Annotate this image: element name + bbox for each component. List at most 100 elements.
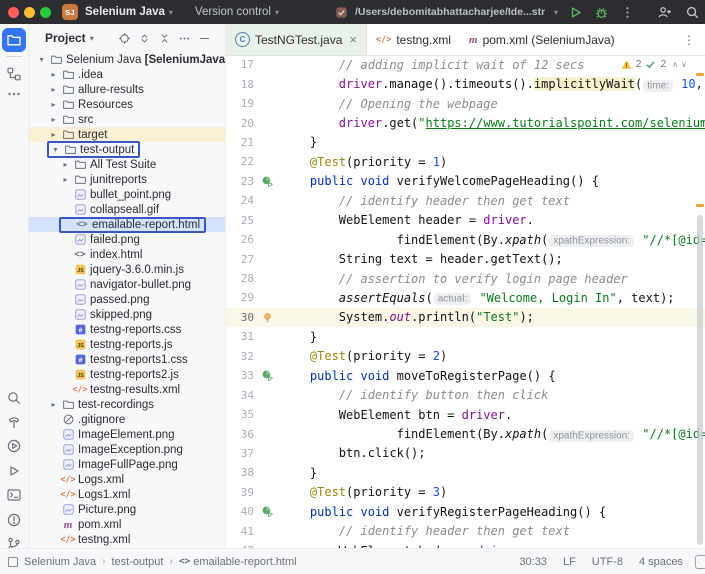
hide-icon[interactable] [198,32,211,45]
tab-testng-xml[interactable]: </>testng.xml [367,24,460,55]
line-number[interactable]: 35 [226,408,254,421]
collapse-all-icon[interactable] [158,32,171,45]
line-number[interactable]: 18 [226,78,254,91]
line-number[interactable]: 21 [226,136,254,149]
chevron-spacer[interactable] [47,460,60,469]
chevron-spacer[interactable] [59,295,72,304]
more-actions-button[interactable] [619,4,636,21]
line-number[interactable]: 29 [226,291,254,304]
code-line-18[interactable]: 18 driver.manage().timeouts().implicitly… [226,74,705,93]
code-line-21[interactable]: 21 } [226,133,705,152]
tree-item-pom-xml[interactable]: mpom.xml [29,517,225,532]
line-number[interactable]: 34 [226,389,254,402]
line-number[interactable]: 28 [226,272,254,285]
tree-item-all-test-suite[interactable]: ▸All Test Suite [29,157,225,172]
code-line-41[interactable]: 41 // identify header then get text [226,522,705,541]
code-line-27[interactable]: 27 String text = header.getText(); [226,249,705,268]
tab-pom-xml-seleniumjava[interactable]: mpom.xml (SeleniumJava) [460,24,624,55]
tree-item-testng-reports-js[interactable]: JStestng-reports.js [29,337,225,352]
tree-item-collapseall-gif[interactable]: collapseall.gif [29,202,225,217]
close-window-button[interactable] [8,7,19,18]
chevron-closed-icon[interactable]: ▸ [47,130,60,139]
tree-item-index-html[interactable]: <>index.html [29,247,225,262]
tab-testngtest-java[interactable]: CTestNGTest.java× [226,24,367,55]
code-line-25[interactable]: 25 WebElement header = driver. [226,211,705,230]
project-switcher[interactable]: Selenium Java [85,6,165,18]
line-number[interactable]: 24 [226,194,254,207]
code-line-29[interactable]: 29 assertEquals(actual: "Welcome, Login … [226,288,705,307]
project-panel-title[interactable]: Project [45,31,86,45]
code-with-me-button[interactable] [656,4,673,21]
chevron-spacer[interactable] [47,490,60,499]
chevron-spacer[interactable] [59,310,72,319]
chevron-spacer[interactable] [47,520,60,529]
line-number[interactable]: 19 [226,97,254,110]
code-line-35[interactable]: 35 WebElement btn = driver. [226,405,705,424]
code-line-28[interactable]: 28 // assertion to verify login page hea… [226,269,705,288]
code-line-22[interactable]: 22 @Test(priority = 1) [226,152,705,171]
code-line-30[interactable]: 30 System.out.println("Test"); [226,308,705,327]
chevron-spacer[interactable] [59,235,72,244]
vcs-widget[interactable]: Version control [195,6,271,18]
chevron-spacer[interactable] [59,355,72,364]
chevron-spacer[interactable] [59,205,72,214]
chevron-spacer[interactable] [47,430,60,439]
zoom-window-button[interactable] [40,7,51,18]
line-number[interactable]: 22 [226,155,254,168]
debug-button[interactable] [593,4,610,21]
chevron-closed-icon[interactable]: ▸ [47,70,60,79]
tree-item-test-recordings[interactable]: ▸test-recordings [29,397,225,412]
run-tool-button[interactable] [2,459,26,483]
search-tool-button[interactable] [2,386,26,410]
chevron-spacer[interactable] [59,325,72,334]
chevron-spacer[interactable] [47,445,60,454]
tree-item-testng-reports-css[interactable]: #testng-reports.css [29,322,225,337]
line-number[interactable]: 17 [226,58,254,71]
tree-item-imageexception-png[interactable]: ImageException.png [29,442,225,457]
tree-item-testng-xml[interactable]: </>testng.xml [29,532,225,547]
line-number[interactable]: 23 [226,175,254,188]
tree-item-bullet-point-png[interactable]: bullet_point.png [29,187,225,202]
chevron-closed-icon[interactable]: ▸ [47,100,60,109]
locate-icon[interactable] [118,32,131,45]
line-number[interactable]: 26 [226,233,254,246]
code-line-38[interactable]: 38 } [226,463,705,482]
expand-all-icon[interactable] [138,32,151,45]
tree-item-testng-reports1-css[interactable]: #testng-reports1.css [29,352,225,367]
chevron-spacer[interactable] [59,250,72,259]
chevron-spacer[interactable] [47,415,60,424]
more-tools-button[interactable] [2,82,26,106]
chevron-spacer[interactable] [47,535,60,544]
code-line-19[interactable]: 19 // Opening the webpage [226,94,705,113]
code-line-34[interactable]: 34 // identify button then click [226,385,705,404]
tree-item-resources[interactable]: ▸Resources [29,97,225,112]
chevron-spacer[interactable] [47,475,60,484]
tree-item-failed-png[interactable]: failed.png [29,232,225,247]
problems-tool-button[interactable] [2,508,26,532]
line-number[interactable]: 41 [226,525,254,538]
chevron-spacer[interactable] [59,280,72,289]
inspections-widget[interactable]: 2 2 ∧∨ [618,57,693,71]
line-number[interactable]: 20 [226,117,254,130]
tree-item-skipped-png[interactable]: skipped.png [29,307,225,322]
line-number[interactable]: 25 [226,214,254,227]
editor-scrollbar[interactable] [697,215,703,545]
tree-item-navigator-bullet-png[interactable]: navigator-bullet.png [29,277,225,292]
tree-item-logs1-xml[interactable]: </>Logs1.xml [29,487,225,502]
chevron-closed-icon[interactable]: ▸ [59,175,72,184]
inspection-nav-arrows[interactable]: ∧∨ [672,60,690,69]
line-number[interactable]: 36 [226,428,254,441]
chevron-spacer[interactable] [59,370,72,379]
line-number[interactable]: 39 [226,486,254,499]
line-number[interactable]: 30 [226,311,254,324]
chevron-spacer[interactable] [59,340,72,349]
more-icon[interactable] [178,32,191,45]
tree-item-src[interactable]: ▸src [29,112,225,127]
tree-item-allure-results[interactable]: ▸allure-results [29,82,225,97]
tree-item-logs-xml[interactable]: </>Logs.xml [29,472,225,487]
tree-item-gitignore[interactable]: .gitignore [29,412,225,427]
line-ending[interactable]: LF [563,556,576,568]
code-line-24[interactable]: 24 // identify header then get text [226,191,705,210]
terminal-tool-button[interactable] [2,483,26,507]
services-tool-button[interactable] [2,434,26,458]
